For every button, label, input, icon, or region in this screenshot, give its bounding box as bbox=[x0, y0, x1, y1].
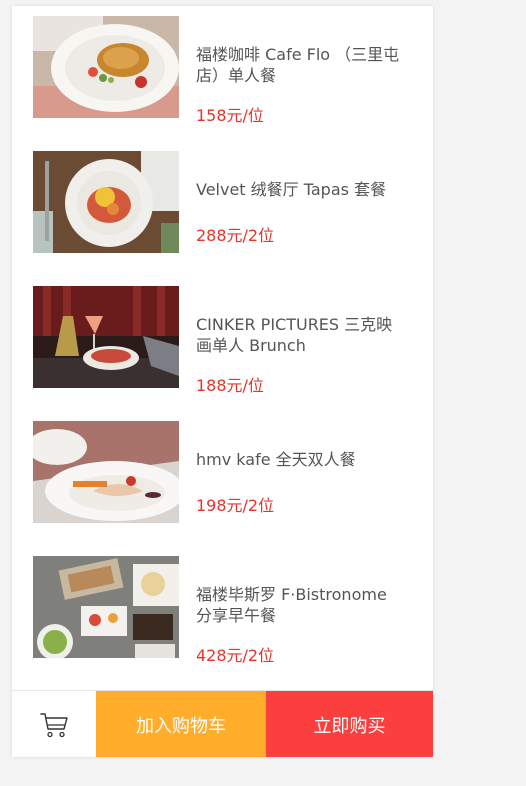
product-title[interactable]: hmv kafe 全天双人餐 bbox=[196, 449, 406, 470]
product-price: 188元/位 bbox=[196, 376, 264, 395]
action-bar: 加入购物车 立即购买 bbox=[12, 690, 433, 757]
list-item[interactable]: Velvet 绒餐厅 Tapas 套餐 288元/2位 bbox=[12, 151, 433, 253]
product-image[interactable] bbox=[33, 16, 179, 118]
product-price: 288元/2位 bbox=[196, 226, 275, 245]
product-title[interactable]: 福楼咖啡 Cafe Flo （三里屯店）单人餐 bbox=[196, 44, 406, 86]
product-title[interactable]: 福楼毕斯罗 F·Bistronome 分享早午餐 bbox=[196, 584, 406, 626]
product-image[interactable] bbox=[33, 421, 179, 523]
product-title[interactable]: Velvet 绒餐厅 Tapas 套餐 bbox=[196, 179, 406, 200]
product-price: 428元/2位 bbox=[196, 646, 275, 665]
product-image[interactable] bbox=[33, 286, 179, 388]
list-item[interactable]: hmv kafe 全天双人餐 198元/2位 bbox=[12, 421, 433, 523]
list-item[interactable]: 福楼咖啡 Cafe Flo （三里屯店）单人餐 158元/位 bbox=[12, 16, 433, 125]
product-list: 福楼咖啡 Cafe Flo （三里屯店）单人餐 158元/位 Velvet 绒餐… bbox=[12, 6, 433, 690]
list-item[interactable]: CINKER PICTURES 三克映画单人 Brunch 188元/位 bbox=[12, 286, 433, 395]
product-price: 198元/2位 bbox=[196, 496, 275, 515]
cart-button[interactable] bbox=[12, 691, 96, 757]
buy-now-button[interactable]: 立即购买 bbox=[266, 691, 433, 757]
product-list-panel: 福楼咖啡 Cafe Flo （三里屯店）单人餐 158元/位 Velvet 绒餐… bbox=[12, 6, 433, 757]
shopping-cart-icon bbox=[40, 712, 68, 737]
product-image[interactable] bbox=[33, 151, 179, 253]
product-title[interactable]: CINKER PICTURES 三克映画单人 Brunch bbox=[196, 314, 406, 356]
product-image[interactable] bbox=[33, 556, 179, 658]
list-item[interactable]: 福楼毕斯罗 F·Bistronome 分享早午餐 428元/2位 bbox=[12, 556, 433, 665]
add-to-cart-button[interactable]: 加入购物车 bbox=[96, 691, 266, 757]
product-price: 158元/位 bbox=[196, 106, 264, 125]
